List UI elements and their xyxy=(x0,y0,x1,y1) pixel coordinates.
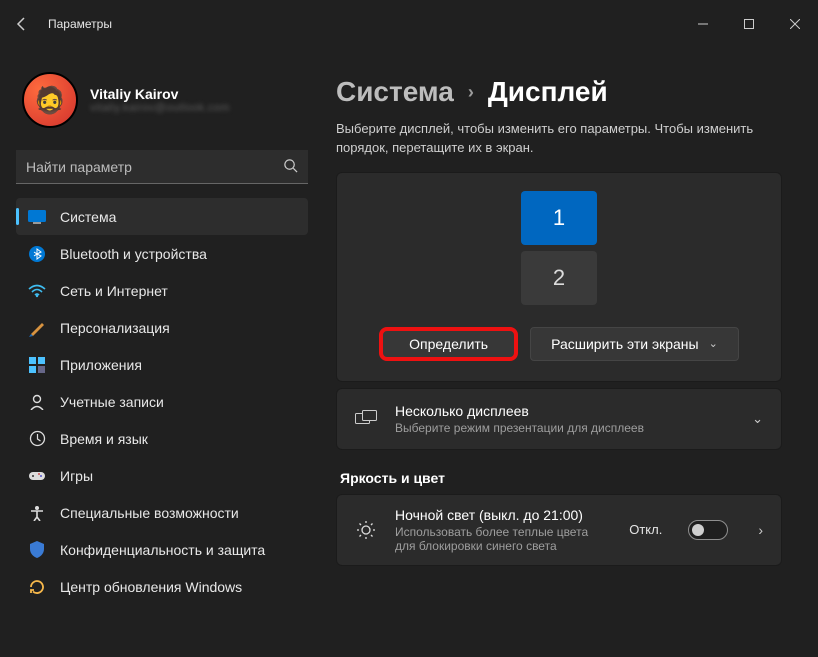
titlebar: Параметры xyxy=(0,0,818,48)
chevron-down-icon: ⌄ xyxy=(709,337,718,350)
monitor-1[interactable]: 1 xyxy=(521,191,597,245)
brightness-icon xyxy=(355,519,377,541)
brightness-section-header: Яркость и цвет xyxy=(340,470,782,486)
extend-displays-dropdown[interactable]: Расширить эти экраны ⌄ xyxy=(530,327,739,361)
nav-item-privacy[interactable]: Конфиденциальность и защита xyxy=(16,531,308,568)
shield-icon xyxy=(28,541,46,559)
display-hint: Выберите дисплей, чтобы изменить его пар… xyxy=(336,120,766,158)
nav-item-time-language[interactable]: Время и язык xyxy=(16,420,308,457)
nav-label: Система xyxy=(60,209,116,225)
night-light-state: Откл. xyxy=(629,522,662,537)
multiple-displays-subtitle: Выберите режим презентации для дисплеев xyxy=(395,421,734,435)
app-title: Параметры xyxy=(48,17,112,31)
nav-list: Система Bluetooth и устройства Сеть и Ин… xyxy=(16,198,308,657)
nav-label: Учетные записи xyxy=(60,394,164,410)
accessibility-icon xyxy=(28,504,46,522)
extend-displays-label: Расширить эти экраны xyxy=(551,336,699,352)
bluetooth-icon xyxy=(28,245,46,263)
nav-label: Специальные возможности xyxy=(60,505,239,521)
main-content: Система › Дисплей Выберите дисплей, чтоб… xyxy=(320,48,818,657)
nav-label: Время и язык xyxy=(60,431,148,447)
nav-label: Персонализация xyxy=(60,320,170,336)
close-button[interactable] xyxy=(772,8,818,40)
paintbrush-icon xyxy=(28,319,46,337)
sidebar: 🧔 Vitaliy Kairov vitaliy.kairov@outlook.… xyxy=(0,48,320,657)
system-icon xyxy=(28,208,46,226)
nav-item-accounts[interactable]: Учетные записи xyxy=(16,383,308,420)
nav-label: Конфиденциальность и защита xyxy=(60,542,265,558)
chevron-down-icon: ⌄ xyxy=(752,411,763,427)
gamepad-icon xyxy=(28,467,46,485)
profile-email: vitaliy.kairov@outlook.com xyxy=(90,102,230,114)
multiple-displays-row[interactable]: Несколько дисплеев Выберите режим презен… xyxy=(336,388,782,450)
nav-item-network[interactable]: Сеть и Интернет xyxy=(16,272,308,309)
nav-label: Игры xyxy=(60,468,93,484)
monitor-2[interactable]: 2 xyxy=(521,251,597,305)
nav-item-accessibility[interactable]: Специальные возможности xyxy=(16,494,308,531)
search-icon xyxy=(283,158,298,177)
nav-item-personalization[interactable]: Персонализация xyxy=(16,309,308,346)
apps-icon xyxy=(28,356,46,374)
multiple-displays-title: Несколько дисплеев xyxy=(395,403,734,419)
identify-button[interactable]: Определить xyxy=(379,327,518,361)
clock-globe-icon xyxy=(28,430,46,448)
night-light-title: Ночной свет (выкл. до 21:00) xyxy=(395,507,611,523)
nav-label: Центр обновления Windows xyxy=(60,579,242,595)
chevron-right-icon: › xyxy=(468,82,474,103)
nav-item-apps[interactable]: Приложения xyxy=(16,346,308,383)
avatar: 🧔 xyxy=(22,72,78,128)
person-icon xyxy=(28,393,46,411)
night-light-toggle[interactable] xyxy=(688,520,728,540)
monitor-arrangement[interactable]: 1 2 xyxy=(357,191,761,305)
nav-label: Приложения xyxy=(60,357,142,373)
nav-item-windows-update[interactable]: Центр обновления Windows xyxy=(16,568,308,605)
display-arrangement-card: 1 2 Определить Расширить эти экраны ⌄ xyxy=(336,172,782,382)
nav-item-gaming[interactable]: Игры xyxy=(16,457,308,494)
chevron-right-icon[interactable]: › xyxy=(758,522,763,538)
nav-item-bluetooth[interactable]: Bluetooth и устройства xyxy=(16,235,308,272)
profile-name: Vitaliy Kairov xyxy=(90,86,230,102)
minimize-button[interactable] xyxy=(680,8,726,40)
update-icon xyxy=(28,578,46,596)
multiple-displays-icon xyxy=(355,408,377,430)
breadcrumb: Система › Дисплей xyxy=(336,76,782,108)
breadcrumb-current: Дисплей xyxy=(488,76,608,108)
search-input[interactable] xyxy=(16,150,308,184)
back-button[interactable] xyxy=(12,16,32,32)
profile-block[interactable]: 🧔 Vitaliy Kairov vitaliy.kairov@outlook.… xyxy=(16,64,308,146)
breadcrumb-parent[interactable]: Система xyxy=(336,76,454,108)
maximize-button[interactable] xyxy=(726,8,772,40)
wifi-icon xyxy=(28,282,46,300)
nav-item-system[interactable]: Система xyxy=(16,198,308,235)
night-light-row[interactable]: Ночной свет (выкл. до 21:00) Использоват… xyxy=(336,494,782,566)
nav-label: Сеть и Интернет xyxy=(60,283,168,299)
nav-label: Bluetooth и устройства xyxy=(60,246,207,262)
night-light-subtitle: Использовать более теплые цвета для блок… xyxy=(395,525,611,553)
